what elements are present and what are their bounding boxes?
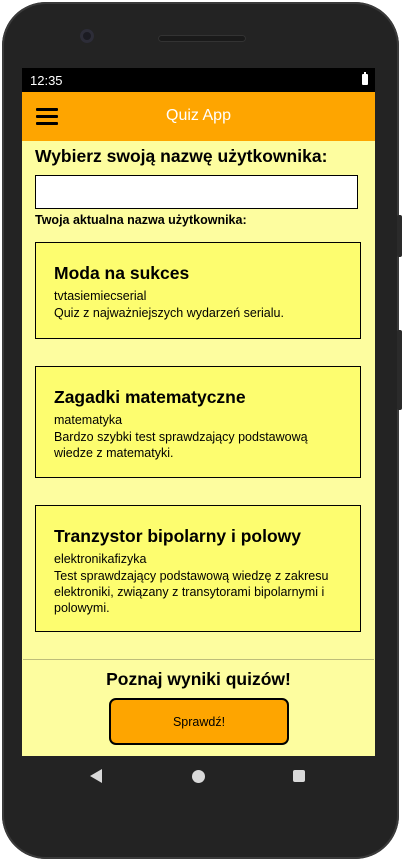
quiz-card-moda-na-sukces[interactable]: Moda na sukces tvtasiemiecserial Quiz z …: [35, 242, 361, 339]
current-username-label: Twoja aktualna nazwa użytkownika:: [35, 213, 247, 227]
app-title: Quiz App: [166, 107, 231, 124]
check-results-button[interactable]: Sprawdź!: [109, 698, 289, 745]
quiz-tag: matematyka: [54, 413, 123, 427]
app-screen: 12:35 Quiz App Wybierz swoją nazwę użytk…: [22, 68, 375, 756]
quiz-tag: elektronikafizyka: [54, 552, 147, 566]
quiz-description: Test sprawdzający podstawową wiedzę z za…: [54, 569, 329, 615]
quiz-description: Quiz z najważniejszych wydarzeń serialu.: [54, 306, 284, 320]
app-bar: Quiz App: [22, 92, 375, 141]
recents-square-icon[interactable]: [293, 770, 305, 782]
results-panel: Poznaj wyniki quizów! Sprawdź!: [23, 659, 374, 756]
results-title: Poznaj wyniki quizów!: [106, 669, 291, 689]
quiz-card-zagadki-matematyczne[interactable]: Zagadki matematyczne matematyka Bardzo s…: [35, 366, 361, 478]
back-triangle-icon[interactable]: [90, 769, 102, 783]
quiz-description: Bardzo szybki test sprawdzający podstawo…: [54, 430, 308, 460]
username-prompt: Wybierz swoją nazwę użytkownika:: [35, 146, 328, 166]
earpiece-speaker: [158, 35, 246, 42]
home-circle-icon[interactable]: [192, 770, 205, 783]
status-time: 12:35: [30, 73, 63, 88]
system-nav-bar: [22, 756, 375, 796]
quiz-title: Tranzystor bipolarny i polowy: [54, 526, 301, 546]
status-bar: 12:35: [22, 68, 375, 92]
power-button: [397, 330, 402, 410]
quiz-tag: tvtasiemiecserial: [54, 289, 147, 303]
battery-icon: [362, 72, 368, 85]
quiz-card-tranzystor[interactable]: Tranzystor bipolarny i polowy elektronik…: [35, 505, 361, 632]
volume-button: [397, 215, 402, 257]
quiz-title: Moda na sukces: [54, 263, 190, 283]
front-camera: [80, 29, 94, 43]
quiz-title: Zagadki matematyczne: [54, 387, 246, 407]
username-input[interactable]: [35, 175, 358, 209]
